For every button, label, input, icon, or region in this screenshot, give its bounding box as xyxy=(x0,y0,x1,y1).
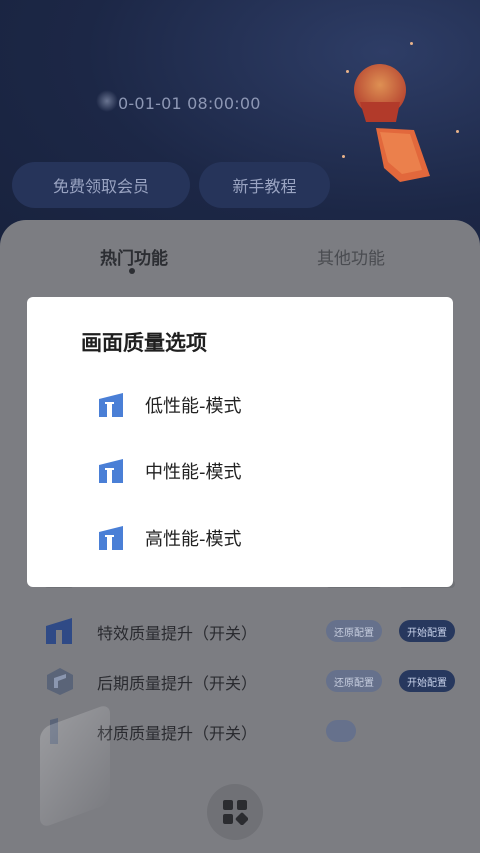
quality-options-dialog: 画面质量选项 低性能-模式 中性能-模式 高性能-模式 xyxy=(27,297,453,587)
free-membership-button[interactable]: 免费领取会员 xyxy=(12,162,190,208)
start-config-button[interactable]: 开始配置 xyxy=(399,620,455,642)
feature-row: 特效质量提升（开关） 还原配置 开始配置 xyxy=(0,612,480,652)
menu-fab-button[interactable] xyxy=(207,784,263,840)
house-icon xyxy=(99,393,123,417)
restore-config-button[interactable]: 还原配置 xyxy=(326,620,382,642)
option-label: 高性能-模式 xyxy=(145,529,242,550)
datetime-text: 0-01-01 08:00:00 xyxy=(118,94,261,113)
glow-decoration xyxy=(96,90,118,112)
option-low-performance[interactable]: 低性能-模式 xyxy=(97,385,397,425)
feature-row: 后期质量提升（开关） 还原配置 开始配置 xyxy=(0,662,480,702)
restore-config-button[interactable]: 还原配置 xyxy=(326,670,382,692)
feature-row-label: 材质质量提升（开关） xyxy=(97,724,258,743)
start-config-button[interactable]: 开始配置 xyxy=(399,670,455,692)
sky-lantern-illustration xyxy=(354,64,430,182)
restore-config-button[interactable] xyxy=(326,720,356,742)
house-icon xyxy=(46,618,72,644)
tab-hot-features[interactable]: 热门功能 xyxy=(100,244,168,269)
star-decoration xyxy=(410,42,413,45)
grid-icon xyxy=(223,800,248,825)
star-decoration xyxy=(342,155,345,158)
option-label: 低性能-模式 xyxy=(145,396,242,417)
option-label: 中性能-模式 xyxy=(145,462,242,483)
feature-row-label: 特效质量提升（开关） xyxy=(97,624,258,643)
tab-other-features[interactable]: 其他功能 xyxy=(317,244,385,269)
option-high-performance[interactable]: 高性能-模式 xyxy=(97,518,397,558)
feature-row-label: 后期质量提升（开关） xyxy=(97,674,258,693)
star-decoration xyxy=(346,70,349,73)
cube-icon xyxy=(47,668,73,695)
tutorial-button[interactable]: 新手教程 xyxy=(199,162,330,208)
star-decoration xyxy=(456,130,459,133)
house-icon xyxy=(99,526,123,550)
house-icon xyxy=(99,459,123,483)
dialog-title: 画面质量选项 xyxy=(81,331,207,355)
active-tab-indicator xyxy=(129,268,135,274)
option-medium-performance[interactable]: 中性能-模式 xyxy=(97,451,397,491)
